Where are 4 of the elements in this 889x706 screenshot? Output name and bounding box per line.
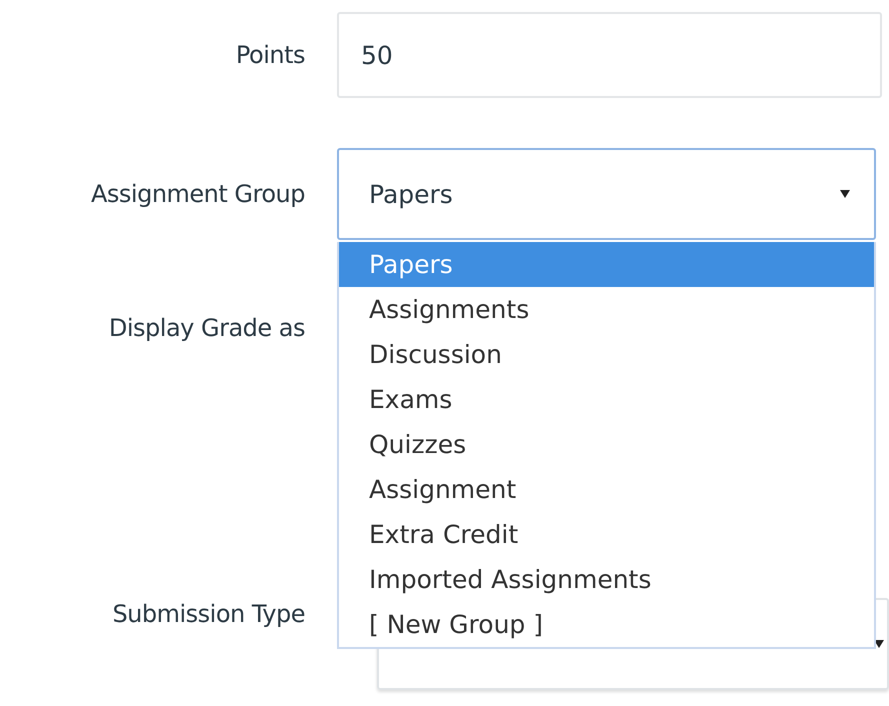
field-label: Display Grade as xyxy=(108,314,305,342)
field-label: Submission Type xyxy=(111,599,305,628)
field-label: Points xyxy=(234,41,305,69)
field-label: Assignment Group xyxy=(90,180,305,208)
